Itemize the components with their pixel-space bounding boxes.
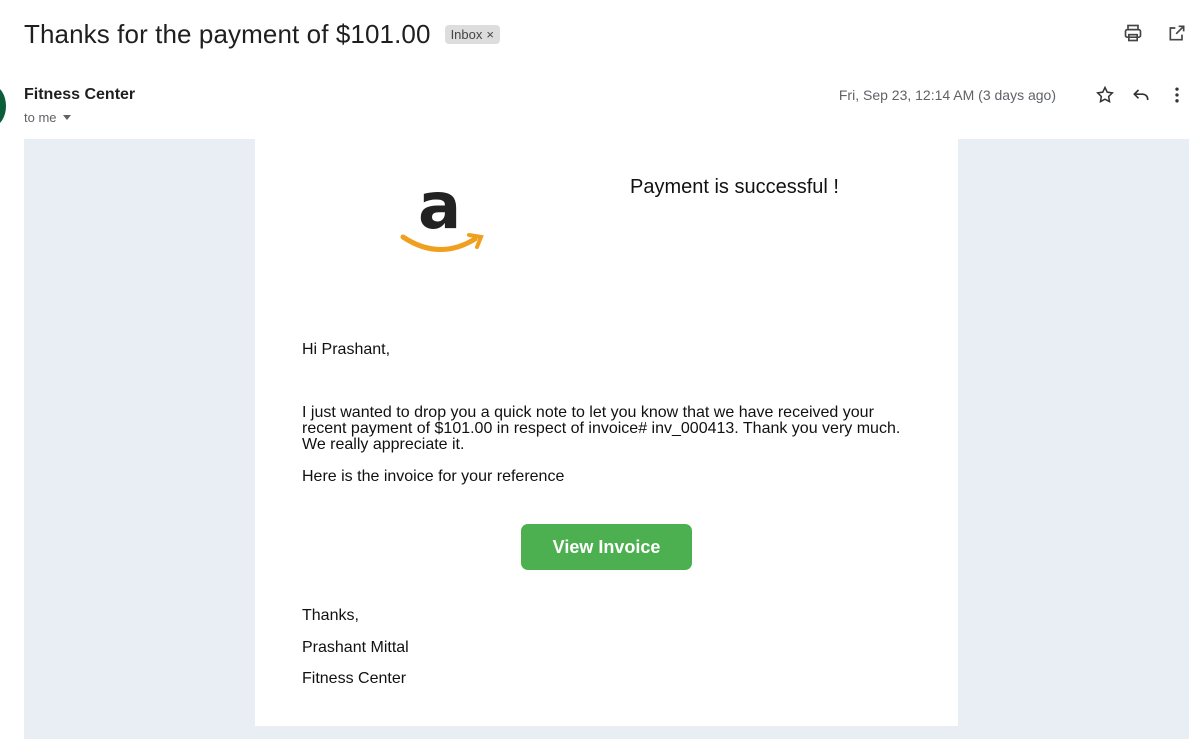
greeting-text: Hi Prashant, <box>302 341 391 358</box>
reply-icon[interactable] <box>1130 84 1152 106</box>
sender-avatar[interactable] <box>0 86 6 126</box>
amazon-smile-icon <box>400 233 484 252</box>
signature-name: Prashant Mittal <box>302 639 409 656</box>
payment-success-heading: Payment is successful ! <box>630 176 839 198</box>
invoice-reference-text: Here is the invoice for your reference <box>302 468 565 485</box>
more-vertical-icon[interactable] <box>1166 84 1188 106</box>
recipient-label: to me <box>24 110 57 125</box>
recipient-details-toggle[interactable]: to me <box>24 110 135 125</box>
payment-confirmation-text: I just wanted to drop you a quick note t… <box>302 404 901 453</box>
star-icon[interactable] <box>1094 84 1116 106</box>
print-icon[interactable] <box>1122 22 1144 44</box>
view-invoice-button[interactable]: View Invoice <box>521 524 692 570</box>
inbox-label-text: Inbox <box>450 26 483 42</box>
email-subject: Thanks for the payment of $101.00 <box>24 18 431 49</box>
chevron-down-icon <box>62 115 71 120</box>
sender-block: Fitness Center to me <box>24 86 135 125</box>
signature-organization: Fitness Center <box>302 670 407 687</box>
top-actions <box>1122 22 1188 44</box>
message-date: Fri, Sep 23, 12:14 AM (3 days ago) <box>838 87 1056 103</box>
message-meta: Fri, Sep 23, 12:14 AM (3 days ago) <box>839 84 1188 106</box>
logo-letter: a <box>418 170 462 244</box>
open-in-new-window-icon[interactable] <box>1166 22 1188 44</box>
remove-label-button[interactable]: × <box>486 27 494 42</box>
inbox-label-chip[interactable]: Inbox × <box>444 24 500 44</box>
sender-name[interactable]: Fitness Center <box>24 86 135 104</box>
email-body-background: a Payment is successful ! Hi Prashant, I… <box>24 139 1189 739</box>
subject-row: Thanks for the payment of $101.00 Inbox … <box>24 14 500 54</box>
closing-text: Thanks, <box>302 607 359 624</box>
amazon-logo: a <box>395 175 495 275</box>
email-card: a Payment is successful ! Hi Prashant, I… <box>255 139 958 726</box>
